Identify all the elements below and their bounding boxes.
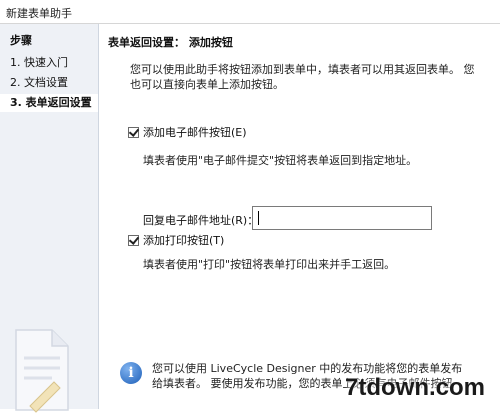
document-icon <box>15 329 69 413</box>
site-watermark: 7tdown.com <box>345 374 486 401</box>
section-title: 表单返回设置： 添加按钮 <box>108 36 233 49</box>
print-button-label: 添加打印按钮(T) <box>143 234 225 247</box>
step-quick-start[interactable]: 1. 快速入门 <box>0 54 98 72</box>
print-button-option[interactable]: 添加打印按钮(T) <box>128 232 224 248</box>
email-button-hint: 填表者使用"电子邮件提交"按钮将表单返回到指定地址。 <box>143 154 418 167</box>
reply-email-input[interactable] <box>252 206 432 230</box>
steps-heading: 步骤 <box>10 34 32 47</box>
main-panel: 表单返回设置： 添加按钮 您可以使用此助手将按钮添加到表单中，填表者可以用其返回… <box>100 24 500 409</box>
step-document-settings[interactable]: 2. 文档设置 <box>0 74 98 92</box>
section-description: 您可以使用此助手将按钮添加到表单中，填表者可以用其返回表单。 您也可以直接向表单… <box>130 63 475 91</box>
email-button-checkbox[interactable] <box>128 125 140 138</box>
checkmark-icon <box>128 125 140 137</box>
step-form-return-settings[interactable]: 3. 表单返回设置 <box>0 94 98 112</box>
email-button-option[interactable]: 添加电子邮件按钮(E) <box>128 124 247 140</box>
info-icon: i <box>120 362 142 384</box>
print-button-hint: 填表者使用"打印"按钮将表单打印出来并手工返回。 <box>143 258 396 271</box>
text-caret <box>258 211 259 225</box>
title-bar: 新建表单助手 <box>0 0 500 24</box>
email-button-label: 添加电子邮件按钮(E) <box>143 126 247 139</box>
checkmark-icon <box>128 233 140 245</box>
window-title: 新建表单助手 <box>6 7 72 20</box>
steps-sidebar: 步骤 1. 快速入门 2. 文档设置 3. 表单返回设置 <box>0 24 99 413</box>
print-button-checkbox[interactable] <box>128 233 140 246</box>
reply-email-label: 回复电子邮件地址(R)： <box>143 214 259 227</box>
